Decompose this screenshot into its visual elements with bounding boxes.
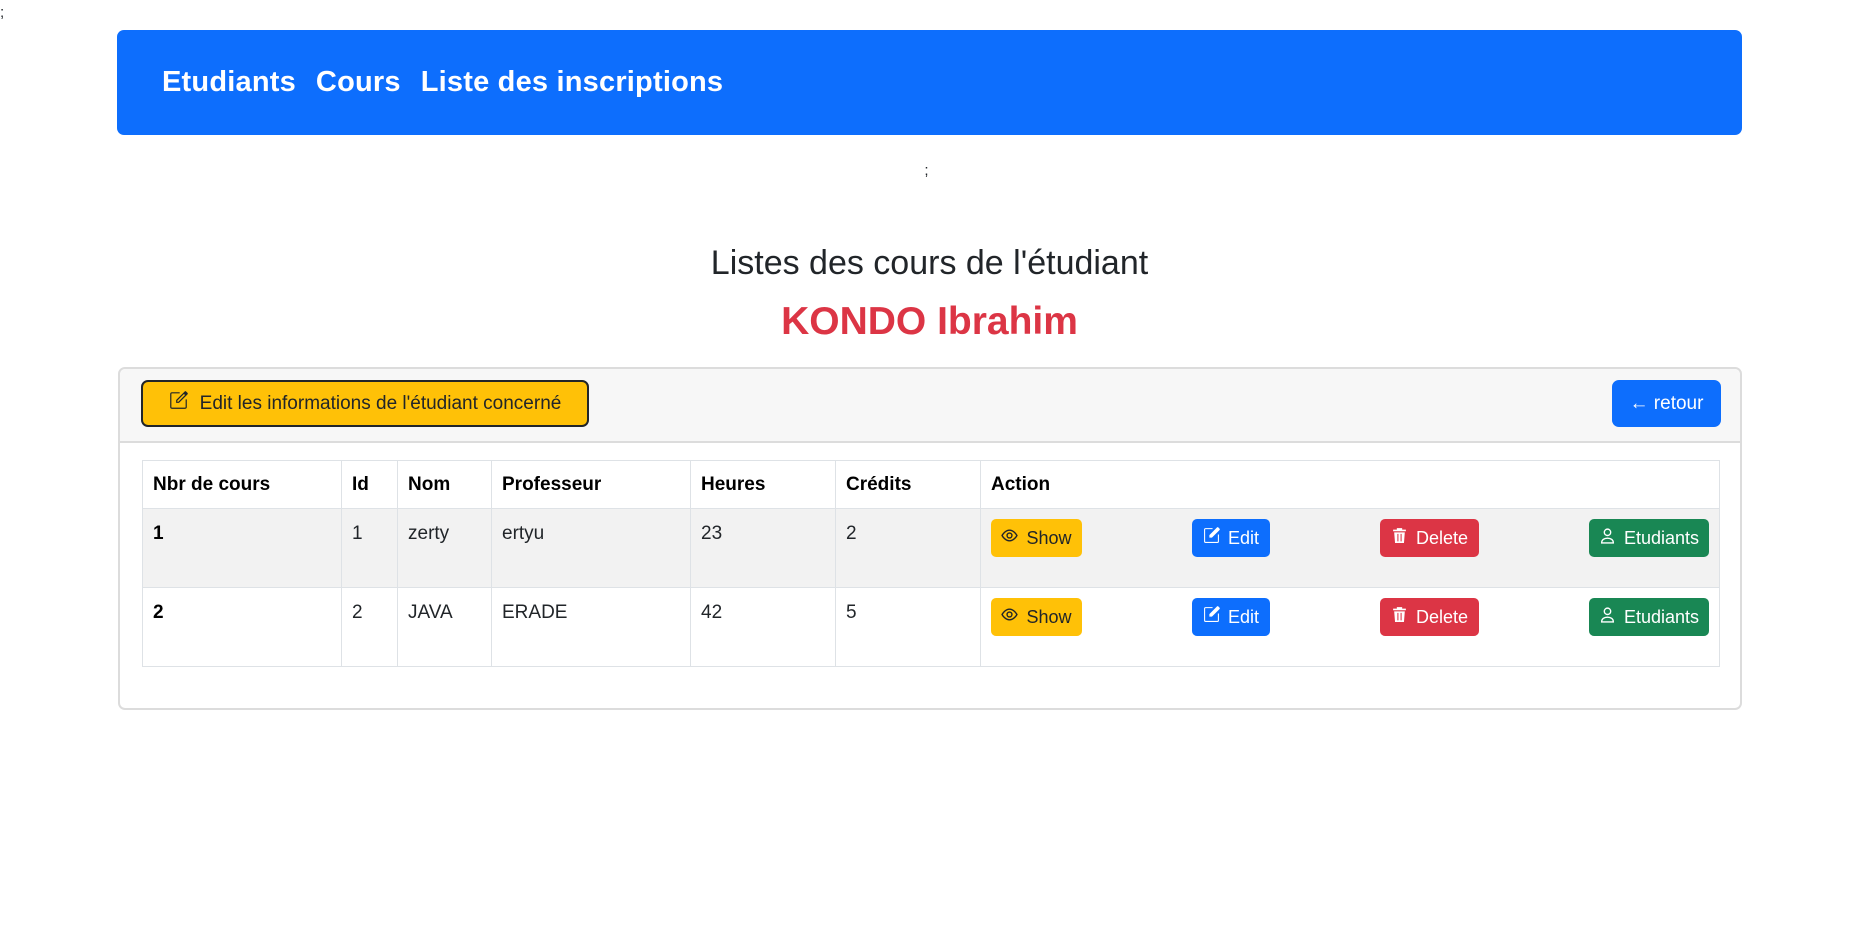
delete-label: Delete [1415, 527, 1469, 548]
cell-credits: 2 [835, 508, 981, 588]
etudiants-button[interactable]: Etudiants [1589, 598, 1709, 636]
edit-label: Edit [1227, 527, 1260, 548]
courses-table: Nbr de cours Id Nom Professeur Heures Cr… [142, 460, 1720, 667]
table-row: 2 2 JAVA ERADE 42 5 Show Edit Delete Etu… [142, 587, 1720, 667]
show-label: Show [1026, 606, 1072, 627]
cell-professeur: ertyu [491, 508, 691, 588]
retour-button[interactable]: ← retour [1612, 380, 1721, 427]
edit-student-button[interactable]: Edit les informations de l'étudiant conc… [141, 380, 589, 427]
person-icon [1599, 527, 1616, 549]
cell-professeur: ERADE [491, 587, 691, 667]
cell-actions: Show Edit Delete Etudiants [980, 508, 1720, 588]
col-header-nbr: Nbr de cours [142, 460, 342, 509]
etudiants-label: Etudiants [1623, 606, 1700, 627]
nav-link-etudiants[interactable]: Etudiants [162, 66, 296, 99]
cell-id: 2 [341, 587, 398, 667]
cell-nom: zerty [397, 508, 492, 588]
eye-icon [1001, 527, 1019, 549]
cell-actions: Show Edit Delete Etudiants [980, 587, 1720, 667]
edit-button[interactable]: Edit [1192, 598, 1270, 636]
col-header-nom: Nom [397, 460, 492, 509]
col-header-credits: Crédits [835, 460, 981, 509]
edit-student-label: Edit les informations de l'étudiant conc… [199, 392, 562, 414]
cell-credits: 5 [835, 587, 981, 667]
edit-icon [1203, 606, 1220, 628]
stray-semicolon-center: ; [924, 162, 929, 179]
person-icon [1599, 606, 1616, 628]
col-header-action: Action [980, 460, 1720, 509]
eye-icon [1001, 606, 1019, 628]
nav-link-inscriptions[interactable]: Liste des inscriptions [421, 66, 724, 99]
table-header-row: Nbr de cours Id Nom Professeur Heures Cr… [142, 460, 1720, 509]
stray-semicolon: ; [0, 4, 5, 21]
col-header-id: Id [341, 460, 398, 509]
table-row: 1 1 zerty ertyu 23 2 Show Edit Delete Et… [142, 508, 1720, 588]
cell-heures: 23 [690, 508, 836, 588]
edit-button[interactable]: Edit [1192, 519, 1270, 557]
cell-heures: 42 [690, 587, 836, 667]
etudiants-label: Etudiants [1623, 527, 1700, 548]
nav-link-cours[interactable]: Cours [316, 66, 401, 99]
trash-icon [1391, 606, 1408, 628]
col-header-heures: Heures [690, 460, 836, 509]
page-title: Listes des cours de l'étudiant [710, 244, 1149, 282]
delete-button[interactable]: Delete [1380, 519, 1479, 557]
show-label: Show [1026, 527, 1072, 548]
delete-label: Delete [1415, 606, 1469, 627]
trash-icon [1391, 527, 1408, 549]
courses-card: Edit les informations de l'étudiant conc… [118, 367, 1742, 710]
show-button[interactable]: Show [991, 598, 1082, 636]
cell-nom: JAVA [397, 587, 492, 667]
cell-id: 1 [341, 508, 398, 588]
cell-nbr: 2 [142, 587, 342, 667]
edit-icon [169, 391, 188, 416]
top-navbar: Etudiants Cours Liste des inscriptions [117, 30, 1742, 135]
edit-label: Edit [1227, 606, 1260, 627]
card-header: Edit les informations de l'étudiant conc… [120, 369, 1740, 443]
cell-nbr: 1 [142, 508, 342, 588]
col-header-professeur: Professeur [491, 460, 691, 509]
student-name: KONDO Ibrahim [781, 300, 1078, 343]
edit-icon [1203, 527, 1220, 549]
show-button[interactable]: Show [991, 519, 1082, 557]
etudiants-button[interactable]: Etudiants [1589, 519, 1709, 557]
delete-button[interactable]: Delete [1380, 598, 1479, 636]
